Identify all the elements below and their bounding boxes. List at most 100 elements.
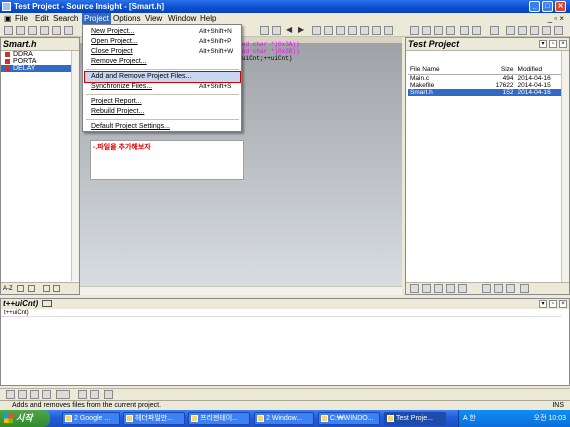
font-icon[interactable] bbox=[56, 390, 70, 399]
menu-item-synchronize-files[interactable]: Synchronize Files... Alt+Shift+S bbox=[85, 82, 240, 92]
taskbar-item[interactable]: 2 Google ... bbox=[62, 412, 120, 425]
panel-close-icon[interactable]: × bbox=[559, 40, 567, 48]
category-icon[interactable] bbox=[42, 284, 50, 292]
taskbar-item[interactable]: 2 Window... bbox=[254, 412, 314, 425]
context-settings-icon[interactable] bbox=[104, 390, 113, 399]
open-folder-icon[interactable] bbox=[482, 284, 491, 293]
tree-view-icon[interactable] bbox=[28, 284, 36, 292]
context-window-icon bbox=[42, 300, 53, 308]
help-icon[interactable] bbox=[472, 26, 481, 35]
print-icon[interactable] bbox=[52, 26, 61, 35]
cascade-icon[interactable] bbox=[446, 26, 455, 35]
pin-icon[interactable]: ▾ bbox=[539, 300, 547, 308]
table-row[interactable]: Main.c 494 2014-04-16 bbox=[408, 74, 563, 82]
folder-icon[interactable] bbox=[458, 284, 467, 293]
menu-item-close-project[interactable]: Close Project Alt+Shift+W bbox=[85, 47, 240, 57]
pin-icon[interactable]: ▾ bbox=[539, 40, 547, 48]
add-file-icon[interactable] bbox=[410, 284, 419, 293]
menu-edit[interactable]: Edit bbox=[33, 13, 51, 25]
save-icon[interactable] bbox=[28, 26, 37, 35]
project-panel-scrollbar[interactable] bbox=[561, 51, 569, 284]
relation-icon[interactable] bbox=[336, 26, 345, 35]
search-project-icon[interactable] bbox=[518, 26, 527, 35]
replace-icon[interactable] bbox=[530, 26, 539, 35]
file-modified: 2014-04-15 bbox=[517, 81, 551, 89]
panel-close-icon[interactable]: × bbox=[559, 300, 567, 308]
context-lock2-icon[interactable] bbox=[90, 390, 99, 399]
restore-icon[interactable]: ▫ bbox=[549, 300, 557, 308]
minimize-button[interactable]: _ bbox=[529, 1, 540, 12]
symbol-item[interactable]: DELAY bbox=[1, 65, 79, 72]
new-file-icon[interactable] bbox=[4, 26, 13, 35]
context-icon[interactable] bbox=[348, 26, 357, 35]
tools-icon[interactable] bbox=[554, 26, 563, 35]
find-files-icon[interactable] bbox=[542, 26, 551, 35]
table-row[interactable]: Smart.h 152 2014-04-16 bbox=[408, 88, 563, 96]
taskbar-item[interactable]: C:₩WINDO... bbox=[318, 412, 380, 425]
filter-icon[interactable] bbox=[53, 284, 61, 292]
title-bar: Test Project - Source Insight - [Smart.h… bbox=[0, 0, 570, 13]
menu-item-default-settings[interactable]: Default Project Settings... bbox=[85, 122, 240, 132]
details-icon[interactable] bbox=[446, 284, 455, 293]
settings-icon[interactable] bbox=[490, 26, 499, 35]
menu-item-remove-project[interactable]: Remove Project... bbox=[85, 57, 240, 67]
save-all-icon[interactable] bbox=[40, 26, 49, 35]
mdi-controls-icon[interactable]: _ ▫ × bbox=[546, 13, 566, 25]
goto-icon[interactable] bbox=[506, 26, 515, 35]
layout-icon[interactable] bbox=[410, 26, 419, 35]
column-modified[interactable]: Modified bbox=[515, 66, 563, 75]
browse-icon[interactable] bbox=[372, 26, 381, 35]
list-view-icon[interactable] bbox=[17, 284, 25, 292]
jump-icon[interactable] bbox=[312, 26, 321, 35]
column-size[interactable]: Size bbox=[481, 66, 516, 75]
restore-icon[interactable]: ▫ bbox=[549, 40, 557, 48]
context-copy-icon[interactable] bbox=[18, 390, 27, 399]
sort-az-button[interactable]: A-Z bbox=[3, 286, 13, 292]
print-context-icon[interactable] bbox=[78, 390, 87, 399]
clock[interactable]: 오전 10:03 bbox=[534, 410, 566, 427]
file-list-icon[interactable] bbox=[422, 284, 431, 293]
taskbar-item[interactable]: 헤더파일만... bbox=[123, 412, 185, 425]
editor-horizontal-scrollbar[interactable] bbox=[80, 286, 402, 295]
forward-arrow-icon[interactable]: ▶ bbox=[298, 26, 307, 35]
table-row[interactable]: Makefile 17622 2014-04-15 bbox=[408, 82, 563, 89]
find-icon[interactable] bbox=[272, 26, 281, 35]
symbol-item[interactable]: PORTA bbox=[1, 58, 79, 65]
context-bold-icon[interactable] bbox=[42, 390, 51, 399]
bookmark-icon[interactable] bbox=[260, 26, 269, 35]
project-props-icon[interactable] bbox=[520, 284, 529, 293]
symbol-panel: Smart.h DDRA PORTA DELAY A-Z bbox=[0, 37, 80, 295]
constant-icon bbox=[5, 52, 10, 57]
symbol-item[interactable]: DDRA bbox=[1, 51, 79, 58]
menu-item-new-project[interactable]: New Project... Alt+Shift+N bbox=[85, 27, 240, 37]
menu-search[interactable]: Search bbox=[51, 13, 80, 25]
symbol-panel-scrollbar[interactable] bbox=[71, 51, 79, 281]
context-lock-icon[interactable] bbox=[6, 390, 15, 399]
lookup-icon[interactable] bbox=[324, 26, 333, 35]
taskbar-item[interactable]: 프리젠테이... bbox=[188, 412, 250, 425]
close-button[interactable]: ✕ bbox=[555, 1, 566, 12]
symbol-list-icon[interactable] bbox=[434, 284, 443, 293]
sync-icon[interactable] bbox=[384, 26, 393, 35]
window-layout-icon[interactable] bbox=[422, 26, 431, 35]
symbol-window-icon[interactable] bbox=[360, 26, 369, 35]
menu-file[interactable]: File bbox=[13, 13, 30, 25]
context-view-icon[interactable] bbox=[30, 390, 39, 399]
menu-separator bbox=[86, 94, 239, 95]
menu-item-rebuild-project[interactable]: Rebuild Project... bbox=[85, 107, 240, 117]
start-button[interactable]: 시작 bbox=[0, 410, 50, 427]
tile-icon[interactable] bbox=[434, 26, 443, 35]
column-file-name[interactable]: File Name bbox=[408, 66, 482, 75]
back-arrow-icon[interactable]: ◀ bbox=[286, 26, 295, 35]
menu-item-add-remove-files[interactable]: Add and Remove Project Files... bbox=[84, 71, 241, 83]
menu-item-project-report[interactable]: Project Report... bbox=[85, 97, 240, 107]
language-indicator[interactable]: A 한 bbox=[463, 415, 476, 422]
refresh-icon[interactable] bbox=[494, 284, 503, 293]
maximize-button[interactable]: □ bbox=[542, 1, 553, 12]
properties-icon[interactable] bbox=[460, 26, 469, 35]
cut-icon[interactable] bbox=[64, 26, 73, 35]
menu-item-open-project[interactable]: Open Project... Alt+Shift+P bbox=[85, 37, 240, 47]
open-file-icon[interactable] bbox=[16, 26, 25, 35]
sync-files-icon[interactable] bbox=[506, 284, 515, 293]
taskbar-item[interactable]: Test Proje... bbox=[384, 412, 446, 425]
